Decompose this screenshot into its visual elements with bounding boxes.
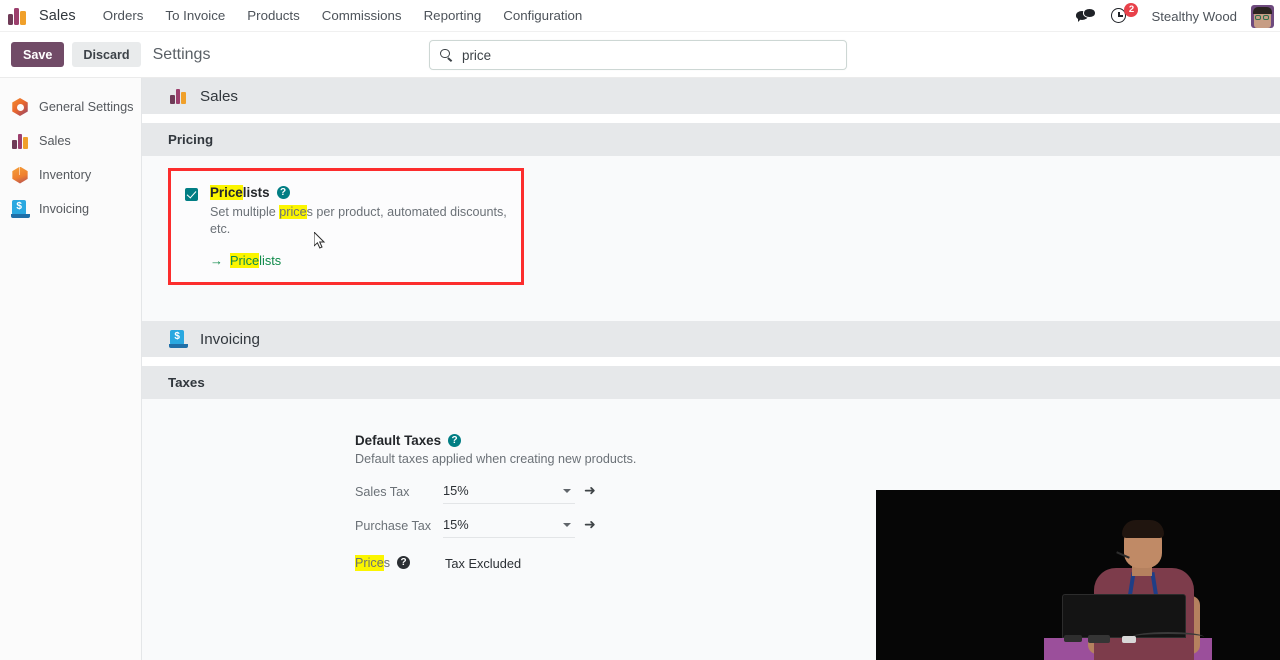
pricelists-checkbox[interactable] [185,188,198,201]
nav-item-products[interactable]: Products [236,0,310,32]
sales-bars-icon[interactable] [8,7,30,25]
nav-item-to-invoice[interactable]: To Invoice [154,0,236,32]
default-taxes-title-text: Default Taxes [355,433,442,448]
section-title: Taxes [168,375,205,390]
link-highlight: Price [230,253,260,268]
app-header-title: Sales [200,87,238,105]
search-icon [440,48,453,62]
breadcrumb: Settings [152,45,211,63]
pricelists-title: Price lists ? [210,185,511,200]
search-input-value: price [462,47,492,63]
search-input[interactable]: price [429,40,847,70]
field-label: Price s ? [355,554,443,572]
link-rest: lists [259,253,282,268]
pricelists-title-highlight: Price [210,185,243,200]
user-menu-name[interactable]: Stealthy Wood [1151,9,1237,24]
cube-icon [10,165,30,185]
sidebar-item-label: General Settings [39,100,134,114]
activity-clock-icon[interactable]: 2 [1111,3,1139,26]
navbar-right: 2 Stealthy Wood [1076,0,1274,32]
desc-highlight: price [279,205,307,219]
navbar-app-title[interactable]: Sales [39,8,76,24]
nav-item-reporting[interactable]: Reporting [413,0,493,32]
purchase-tax-select[interactable]: 15% [443,516,575,538]
sidebar-item-label: Sales [39,134,71,148]
field-label: Sales Tax [355,485,410,499]
default-taxes-description: Default taxes applied when creating new … [355,452,637,466]
activity-count-badge: 2 [1124,3,1139,17]
sidebar-item-general-settings[interactable]: General Settings [0,90,141,124]
field-row-prices: Price s ? Tax Excluded [355,551,613,575]
sidebar-item-sales[interactable]: Sales [0,124,141,158]
nav-item-orders[interactable]: Orders [92,0,155,32]
cable [1132,632,1204,642]
prices-label-highlight: Price [355,554,384,572]
section-header-taxes: Taxes [142,366,1280,399]
band-divider [142,114,1280,123]
field-value: 15% [443,517,469,532]
section-header-pricing: Pricing [142,123,1280,156]
field-row-purchase-tax: Purchase Tax 15% ➜ [355,516,613,540]
sidebar-item-inventory[interactable]: Inventory [0,158,141,192]
internal-link-arrow-icon[interactable]: ➜ [584,482,596,497]
default-taxes-fields: Sales Tax 15% ➜ Purchase Tax 15% ➜ Price… [355,482,613,575]
odoo-settings-screen: Sales Orders To Invoice Products Commiss… [0,0,1280,660]
sidebar-item-label: Invoicing [39,202,90,216]
pricing-section-body: Price lists ? Set multiple prices per pro… [142,156,1280,321]
settings-sidebar: General Settings Sales Inventory Invoici… [0,78,142,660]
pricelists-content: Price lists ? Set multiple prices per pro… [210,185,511,268]
internal-link-arrow-icon[interactable]: ➜ [584,516,596,531]
pricelists-link[interactable]: → Price lists [210,253,511,268]
question-mark-icon[interactable]: ? [397,556,410,570]
chat-bubbles-icon[interactable] [1076,8,1097,24]
chevron-down-icon[interactable] [563,489,571,493]
nav-item-commissions[interactable]: Commissions [311,0,413,32]
default-taxes-title: Default Taxes ? [355,433,1280,448]
arrow-right-icon: → [210,253,223,268]
stage-gear [1064,635,1082,642]
gear-hex-icon [10,97,30,117]
question-mark-icon[interactable]: ? [276,186,290,199]
nav-item-configuration[interactable]: Configuration [492,0,593,32]
top-navbar: Sales Orders To Invoice Products Commiss… [0,0,1280,32]
invoice-doc-icon [168,329,190,349]
navbar-left: Sales Orders To Invoice Products Commiss… [0,0,593,32]
sidebar-item-label: Inventory [39,168,92,182]
stage-gear [1122,636,1136,643]
presenter-video-overlay[interactable] [876,490,1280,660]
field-row-sales-tax: Sales Tax 15% ➜ [355,482,613,506]
band-divider [142,357,1280,366]
prices-value: Tax Excluded [445,555,522,571]
sales-bars-icon [168,86,190,106]
question-mark-icon[interactable]: ? [448,434,462,447]
chevron-down-icon[interactable] [563,523,571,527]
stage-gear [1088,635,1110,643]
save-button[interactable]: Save [11,42,65,67]
pricelists-description: Set multiple prices per product, automat… [210,204,511,238]
sales-bars-icon [10,131,30,151]
app-header-invoicing: Invoicing [142,321,1280,357]
avatar[interactable] [1251,4,1274,28]
invoice-doc-icon [10,199,30,219]
prices-label-rest: s [383,555,390,570]
pricing-card-wrap: Price lists ? Set multiple prices per pro… [142,156,1280,285]
app-header-sales: Sales [142,78,1280,114]
setting-card-pricelists[interactable]: Price lists ? Set multiple prices per pro… [168,168,524,285]
section-title: Pricing [168,132,214,147]
pricelists-title-rest: lists [242,185,270,200]
field-label: Purchase Tax [355,519,432,533]
discard-button[interactable]: Discard [72,42,141,67]
sales-tax-select[interactable]: 15% [443,482,575,504]
desc-before: Set multiple [210,205,280,219]
app-header-title: Invoicing [200,330,260,348]
sidebar-item-invoicing[interactable]: Invoicing [0,192,141,226]
pricelists-row: Price lists ? Set multiple prices per pro… [185,185,511,268]
field-value: 15% [443,483,469,498]
